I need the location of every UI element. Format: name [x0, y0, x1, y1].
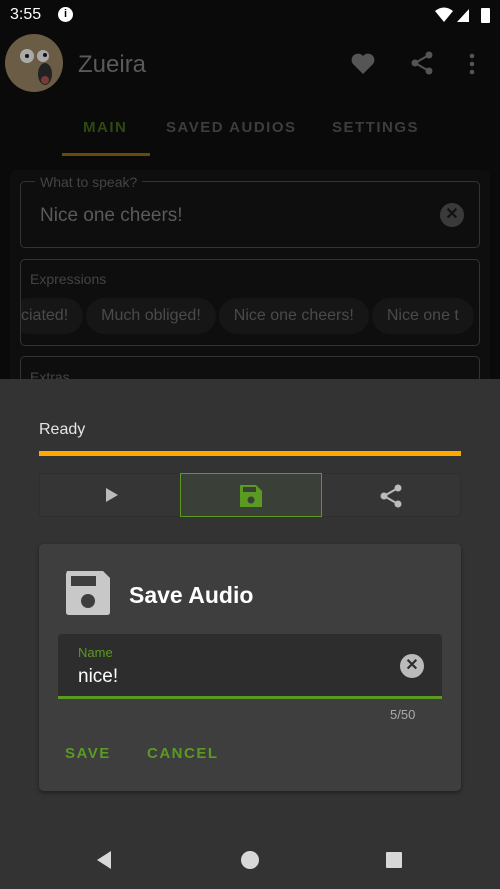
- cancel-button[interactable]: CANCEL: [147, 745, 219, 762]
- expression-chip[interactable]: Much obliged!: [86, 298, 216, 334]
- save-icon: [240, 485, 262, 507]
- action-buttons: [39, 473, 461, 517]
- tab-settings[interactable]: SETTINGS: [332, 119, 419, 136]
- battery-icon: [481, 8, 490, 23]
- save-button[interactable]: SAVE: [65, 745, 111, 762]
- navigation-bar: [0, 830, 500, 889]
- recents-icon[interactable]: [385, 851, 403, 869]
- share-icon[interactable]: [379, 483, 403, 509]
- heart-icon[interactable]: [350, 52, 376, 76]
- wifi-icon: [435, 7, 453, 22]
- clear-icon[interactable]: ✕: [400, 654, 424, 678]
- signal-icon: [457, 9, 469, 22]
- name-label: Name: [78, 645, 113, 660]
- speak-field[interactable]: What to speak? Nice one cheers! ✕: [20, 174, 480, 248]
- play-icon[interactable]: [104, 486, 120, 504]
- back-icon[interactable]: [95, 850, 113, 870]
- speak-label: What to speak?: [35, 174, 143, 190]
- status-time: 3:55: [10, 6, 42, 23]
- expression-chip[interactable]: ciated!: [21, 298, 84, 334]
- home-icon[interactable]: [240, 850, 260, 870]
- clear-icon[interactable]: ✕: [440, 203, 464, 227]
- save-audio-button[interactable]: [180, 473, 322, 517]
- app-logo: [5, 34, 63, 92]
- tab-saved-audios[interactable]: SAVED AUDIOS: [166, 119, 297, 136]
- status-text: Ready: [39, 421, 86, 438]
- dialog-title: Save Audio: [129, 582, 254, 608]
- tab-indicator: [62, 153, 150, 156]
- progress-bar: [39, 451, 461, 456]
- more-vert-icon[interactable]: [468, 53, 476, 75]
- app-title: Zueira: [78, 51, 147, 78]
- chip-list: ciated! Much obliged! Nice one cheers! N…: [21, 298, 474, 334]
- name-input[interactable]: nice!: [78, 666, 118, 688]
- expression-chip[interactable]: Nice one t: [371, 298, 474, 334]
- status-bar: 3:55 i: [0, 0, 500, 30]
- expressions-box: Expressions ciated! Much obliged! Nice o…: [20, 259, 480, 346]
- save-icon: [66, 571, 110, 615]
- status-icons: [435, 7, 490, 23]
- expression-chip[interactable]: Nice one cheers!: [218, 298, 369, 334]
- expressions-label: Expressions: [30, 271, 107, 287]
- info-icon: i: [58, 7, 73, 22]
- name-field[interactable]: Name nice! ✕: [58, 634, 442, 699]
- char-counter: 5/50: [390, 707, 416, 722]
- share-icon[interactable]: [410, 51, 434, 75]
- tab-main[interactable]: MAIN: [83, 119, 127, 136]
- speak-input[interactable]: Nice one cheers!: [40, 205, 183, 227]
